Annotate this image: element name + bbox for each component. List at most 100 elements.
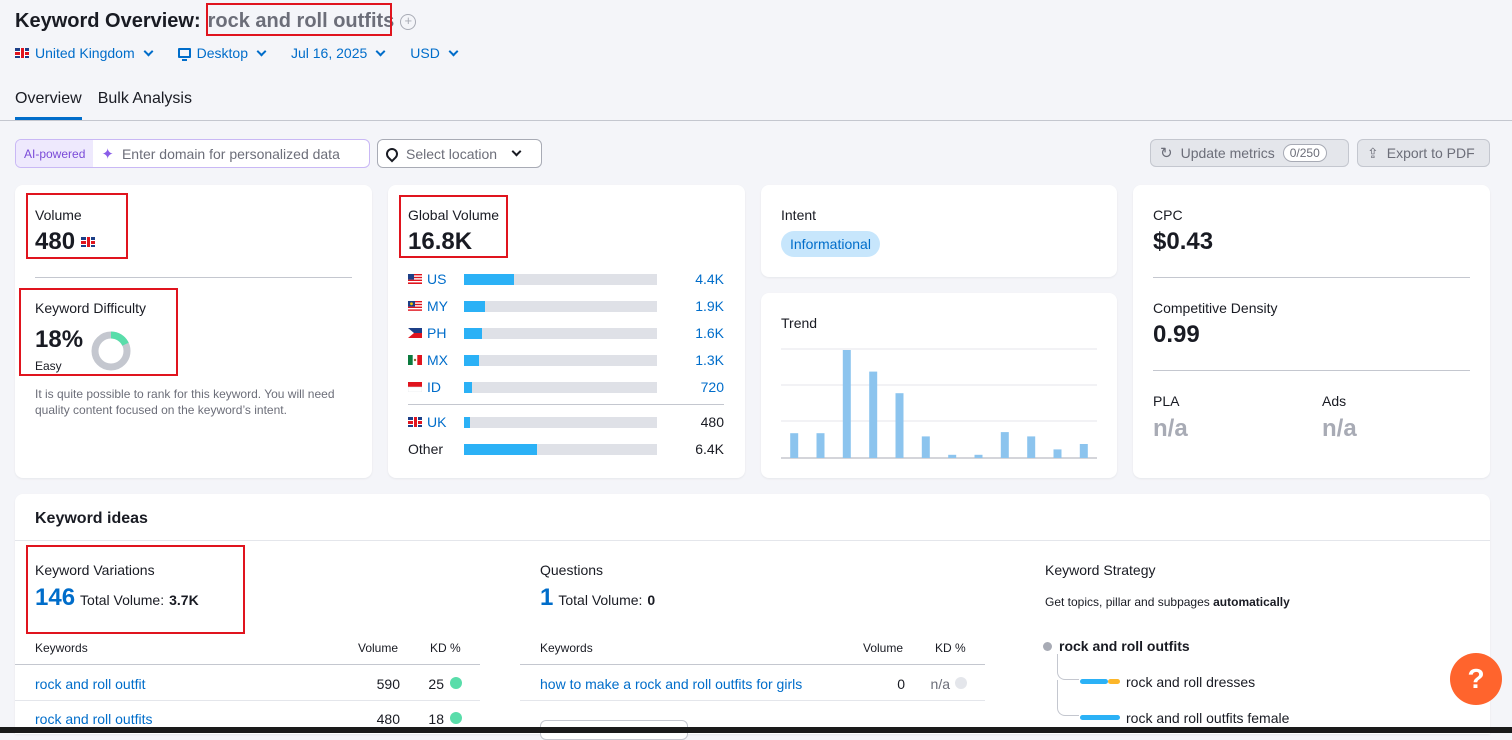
tab-bulk-analysis[interactable]: Bulk Analysis	[98, 90, 192, 120]
volume-value: 480	[35, 228, 76, 255]
kd-value: 18%	[35, 326, 84, 353]
strategy-subtopic[interactable]: rock and roll outfits female	[1126, 710, 1289, 726]
country-filter[interactable]: United Kingdom	[15, 45, 154, 61]
competitive-density-label: Competitive Density	[1153, 300, 1278, 316]
device-filter[interactable]: Desktop	[177, 45, 267, 61]
country-row-id[interactable]: ID 720	[408, 378, 724, 396]
kd-description: It is quite possible to rank for this ke…	[35, 387, 335, 417]
country-row-ph[interactable]: PH 1.6K	[408, 324, 724, 342]
global-volume-value: 16.8K	[408, 228, 473, 255]
volume-bar	[464, 273, 657, 285]
volume-bar	[464, 416, 657, 428]
location-select[interactable]: Select location	[377, 139, 542, 168]
kd-na-dot	[955, 677, 967, 689]
country-row-us[interactable]: US 4.4K	[408, 270, 724, 288]
intent-chip[interactable]: Informational	[781, 231, 880, 257]
cpc-label: CPC	[1153, 207, 1183, 223]
strategy-volume-bar	[1108, 679, 1120, 684]
date-filter-label: Jul 16, 2025	[290, 45, 368, 61]
uk-flag-icon	[81, 237, 96, 247]
domain-input[interactable]	[121, 145, 362, 162]
trend-bar[interactable]	[1079, 444, 1088, 458]
country-volume: 1.9K	[695, 298, 724, 314]
tree-connector	[1057, 680, 1079, 716]
uk-flag-icon	[408, 417, 422, 427]
trend-bar[interactable]	[1053, 449, 1062, 458]
kd-easy-dot	[450, 712, 462, 724]
country-code: ID	[427, 379, 441, 395]
country-code: PH	[427, 325, 447, 341]
variations-total-label: Total Volume:	[80, 592, 165, 608]
bottom-bar	[0, 727, 1512, 733]
ai-domain-group: AI-powered ✦	[15, 139, 370, 168]
country-volume: 480	[700, 414, 724, 430]
country-row-mx[interactable]: MX 1.3K	[408, 351, 724, 369]
strategy-subtopic[interactable]: rock and roll dresses	[1126, 674, 1255, 690]
tabs: Overview Bulk Analysis	[15, 90, 192, 120]
question-volume: 0	[897, 676, 905, 692]
intent-card: Intent Informational	[761, 185, 1117, 277]
country-filter-label: United Kingdom	[35, 45, 135, 61]
location-pin-icon	[383, 145, 401, 162]
variation-keyword-link[interactable]: rock and roll outfits	[35, 711, 153, 727]
currency-filter[interactable]: USD	[410, 45, 459, 61]
trend-bar[interactable]	[921, 436, 930, 458]
trend-bar[interactable]	[895, 393, 904, 458]
my-flag-icon	[408, 301, 422, 311]
trend-bar[interactable]	[974, 454, 983, 458]
country-volume: 720	[700, 379, 724, 395]
strategy-description: Get topics, pillar and subpages automati…	[1045, 595, 1290, 609]
trend-bar[interactable]	[842, 350, 851, 458]
ph-flag-icon	[408, 328, 422, 338]
country-row-uk[interactable]: UK 480	[408, 413, 724, 431]
trend-card: Trend	[761, 293, 1117, 478]
pla-label: PLA	[1153, 393, 1180, 409]
country-code: MY	[427, 298, 448, 314]
title-prefix: Keyword Overview:	[15, 10, 201, 32]
volume-label: Volume	[35, 207, 82, 223]
country-volume: 1.6K	[695, 325, 724, 341]
update-metrics-button[interactable]: ↻ Update metrics 0/250	[1150, 139, 1349, 167]
trend-bar[interactable]	[869, 371, 878, 458]
add-keyword-icon[interactable]: +	[400, 13, 417, 30]
variation-keyword-link[interactable]: rock and roll outfit	[35, 676, 146, 692]
trend-bar[interactable]	[1000, 432, 1009, 458]
country-volume: 1.3K	[695, 352, 724, 368]
ads-value: n/a	[1322, 415, 1357, 442]
chevron-down-icon	[448, 46, 459, 56]
country-row-my[interactable]: MY 1.9K	[408, 297, 724, 315]
help-button[interactable]: ?	[1450, 653, 1502, 705]
strategy-desc-bold: automatically	[1213, 595, 1290, 609]
strategy-label: Keyword Strategy	[1045, 562, 1156, 578]
mx-flag-icon	[408, 355, 422, 365]
volume-bar	[464, 354, 657, 366]
page-header: Keyword Overview: rock and roll outfits …	[0, 0, 1512, 121]
questions-count[interactable]: 1	[540, 584, 553, 612]
date-filter[interactable]: Jul 16, 2025	[290, 45, 386, 61]
country-volume: 4.4K	[695, 271, 724, 287]
questions-total-label: Total Volume:	[558, 592, 643, 608]
question-kd: n/a	[930, 676, 950, 692]
export-pdf-button[interactable]: ⇪ Export to PDF	[1357, 139, 1490, 167]
variations-count[interactable]: 146	[35, 584, 75, 612]
strategy-root-topic[interactable]: rock and roll outfits	[1059, 638, 1190, 654]
trend-bar[interactable]	[948, 454, 957, 458]
keyword-ideas-title: Keyword ideas	[35, 510, 148, 527]
variation-kd: 25	[428, 676, 444, 692]
strategy-volume-bar	[1080, 715, 1120, 720]
trend-bar[interactable]	[816, 433, 825, 458]
refresh-icon: ↻	[1160, 145, 1173, 162]
page-title: Keyword Overview: rock and roll outfits …	[15, 10, 417, 33]
chevron-down-icon	[375, 46, 386, 56]
questions-total-value: 0	[647, 592, 656, 608]
competitive-density-value: 0.99	[1153, 321, 1200, 348]
trend-bar[interactable]	[790, 433, 799, 458]
uk-flag-icon	[15, 48, 29, 58]
other-label: Other	[408, 441, 444, 457]
col-keywords: Keywords	[35, 641, 88, 655]
variations-label: Keyword Variations	[35, 562, 155, 578]
tab-overview[interactable]: Overview	[15, 90, 82, 120]
question-keyword-link[interactable]: how to make a rock and roll outfits for …	[540, 676, 802, 692]
country-row-other: Other 6.4K	[408, 440, 724, 458]
trend-bar[interactable]	[1027, 436, 1036, 458]
